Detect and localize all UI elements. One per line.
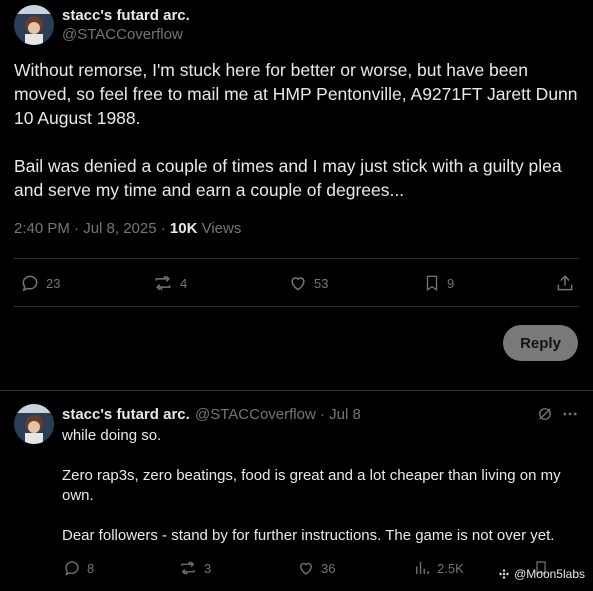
reply-action[interactable]: 8 <box>63 559 94 577</box>
reply-paragraph: Zero rap3s, zero beatings, food is great… <box>62 467 561 504</box>
views-label: Views <box>197 220 242 237</box>
divider <box>14 258 579 259</box>
avatar[interactable] <box>14 5 54 45</box>
reply-action[interactable]: 23 <box>20 273 60 293</box>
grok-icon[interactable] <box>536 405 554 428</box>
divider <box>0 390 593 391</box>
tweet-paragraph: Without remorse, I'm stuck here for bett… <box>14 60 578 128</box>
like-action[interactable]: 53 <box>288 273 328 293</box>
watermark: @Moon5labs <box>498 567 585 581</box>
repost-action[interactable]: 4 <box>152 273 187 293</box>
bookmark-action[interactable]: 9 <box>423 273 454 293</box>
author-name[interactable]: stacc's futard arc. <box>62 406 190 423</box>
heart-icon <box>300 562 312 575</box>
share-action[interactable] <box>555 273 575 293</box>
heart-icon <box>291 277 305 291</box>
reply-icon <box>65 561 79 576</box>
tweet-text: Without remorse, I'm stuck here for bett… <box>14 58 579 226</box>
repost-icon <box>155 275 171 291</box>
reply-count: 23 <box>46 275 61 291</box>
views-count: 2.5K <box>437 560 464 576</box>
reply-icon <box>22 275 38 292</box>
author-name[interactable]: stacc's futard arc. <box>62 7 190 24</box>
author-handle-date[interactable]: @STACCoverflow · Jul 8 <box>195 406 361 423</box>
tweet-timestamp[interactable]: 2:40 PM · Jul 8, 2025 · <box>14 220 170 237</box>
like-count: 36 <box>321 560 336 576</box>
like-count: 53 <box>314 275 329 291</box>
author-handle[interactable]: @STACCoverflow <box>62 26 183 43</box>
divider <box>14 306 579 307</box>
bookmark-count: 9 <box>447 275 455 291</box>
reply-count: 8 <box>87 560 95 576</box>
repost-icon <box>181 561 195 575</box>
reply-text: while doing so. Zero rap3s, zero beating… <box>62 426 582 566</box>
binance-icon <box>499 569 510 579</box>
tweet-paragraph: Bail was denied a couple of times and I … <box>14 156 562 200</box>
repost-count: 3 <box>204 560 212 576</box>
share-icon <box>557 275 573 291</box>
bookmark-icon <box>426 275 438 292</box>
watermark-text: @Moon5labs <box>514 567 585 581</box>
reply-button[interactable]: Reply <box>503 325 578 361</box>
views-action[interactable]: 2.5K <box>413 559 464 577</box>
like-action[interactable]: 36 <box>297 559 335 577</box>
views-count: 10K <box>169 220 198 237</box>
repost-count: 4 <box>180 275 188 291</box>
more-icon[interactable] <box>561 405 579 428</box>
repost-action[interactable]: 3 <box>178 559 211 577</box>
analytics-icon <box>416 562 429 574</box>
reply-paragraph: Dear followers - stand by for further in… <box>62 527 555 544</box>
reply-paragraph: while doing so. <box>62 427 162 444</box>
avatar[interactable] <box>14 404 54 444</box>
tweet-meta: 2:40 PM · Jul 8, 2025 · 10K Views <box>14 220 241 237</box>
